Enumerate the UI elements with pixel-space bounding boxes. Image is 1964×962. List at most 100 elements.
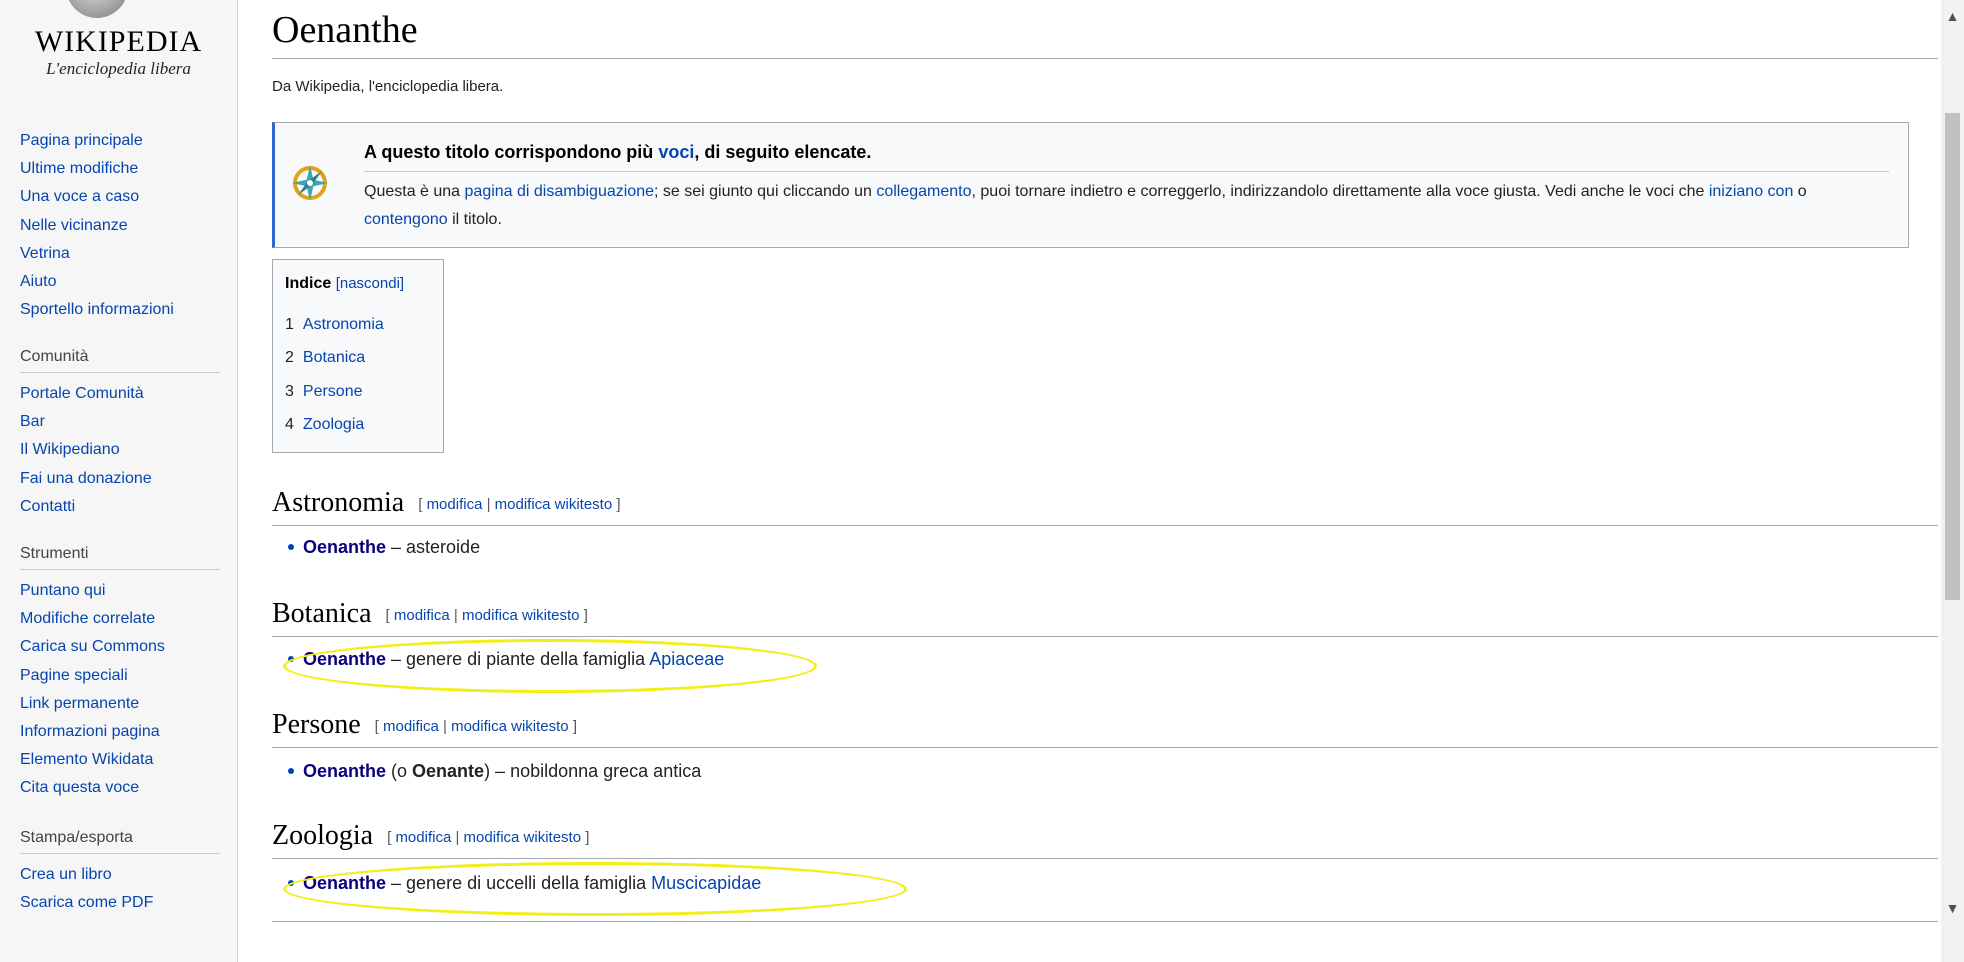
wikipedia-logo[interactable]: WIKIPEDIA L'enciclopedia libera xyxy=(0,0,237,100)
sidebar-item: Ultime modifiche xyxy=(20,155,220,183)
section-heading-botanica: Botanica [ modifica | modifica wikitesto … xyxy=(272,598,1938,637)
sidebar-link-donazione[interactable]: Fai una donazione xyxy=(20,470,152,487)
toc-title: Indice [nascondi] xyxy=(285,275,404,293)
bracket: ] xyxy=(572,718,577,735)
scrollbar-thumb[interactable] xyxy=(1945,113,1960,600)
oenanthe-bird-link[interactable]: Oenanthe xyxy=(303,873,386,893)
apiaceae-link[interactable]: Apiaceae xyxy=(649,649,724,669)
oenanthe-plant-link[interactable]: Oenanthe xyxy=(303,649,386,669)
toc-item: 1 Astronomia xyxy=(285,308,384,341)
toc-number: 2 xyxy=(285,349,294,367)
section-title: Zoologia xyxy=(272,820,374,851)
edit-source-link[interactable]: modifica wikitesto xyxy=(495,496,613,513)
toc-link-zoologia[interactable]: Zoologia xyxy=(303,416,364,433)
edit-link[interactable]: modifica xyxy=(395,829,451,846)
bullet-icon xyxy=(288,880,294,886)
divider xyxy=(364,171,1889,172)
text-fragment: il titolo. xyxy=(447,211,502,228)
sidebar-link-wikidata[interactable]: Elemento Wikidata xyxy=(20,751,153,768)
sidebar-item: Nelle vicinanze xyxy=(20,212,220,240)
section-heading-astronomia: Astronomia [ modifica | modifica wikitest… xyxy=(272,487,1938,526)
scroll-up-icon[interactable]: ▲ xyxy=(1941,8,1964,24)
section-heading-zoologia: Zoologia [ modifica | modifica wikitesto … xyxy=(272,820,1938,859)
sidebar-link-wikipediano[interactable]: Il Wikipediano xyxy=(20,441,120,458)
sidebar-link-sportello[interactable]: Sportello informazioni xyxy=(20,301,174,318)
sidebar-link-permanente[interactable]: Link permanente xyxy=(20,695,139,712)
tools-portal: Strumenti Puntano qui Modifiche correlat… xyxy=(20,545,220,803)
sidebar-link-ultime-modifiche[interactable]: Ultime modifiche xyxy=(20,160,138,177)
disambiguation-text: Questa è una pagina di disambiguazione; … xyxy=(364,178,1894,234)
scroll-down-icon[interactable]: ▼ xyxy=(1941,900,1964,916)
tools-heading: Strumenti xyxy=(20,545,220,570)
section-title: Persone xyxy=(272,709,361,740)
toc-link-persone[interactable]: Persone xyxy=(303,383,363,400)
sidebar-item: Contatti xyxy=(20,493,220,521)
sidebar-link-pagina-principale[interactable]: Pagina principale xyxy=(20,132,143,149)
oenanthe-asteroid-link[interactable]: Oenanthe xyxy=(303,537,386,557)
collegamento-link[interactable]: collegamento xyxy=(876,183,971,200)
bracket: ] xyxy=(583,607,588,624)
bullet-icon xyxy=(288,768,294,774)
bullet-icon xyxy=(288,656,294,662)
sidebar-link-contatti[interactable]: Contatti xyxy=(20,498,75,515)
sidebar-link-cita-voce[interactable]: Cita questa voce xyxy=(20,779,139,796)
sidebar-item: Scarica come PDF xyxy=(20,889,220,917)
list-item: Oenanthe – genere di piante della famigl… xyxy=(288,649,724,670)
sidebar-link-aiuto[interactable]: Aiuto xyxy=(20,273,56,290)
toc-link-astronomia[interactable]: Astronomia xyxy=(303,316,384,333)
toc-number: 1 xyxy=(285,316,294,333)
edit-source-link[interactable]: modifica wikitesto xyxy=(464,829,582,846)
entry-text: – genere di uccelli della famiglia xyxy=(386,873,652,893)
edit-source-link[interactable]: modifica wikitesto xyxy=(462,607,580,624)
oenanthe-person-link[interactable]: Oenanthe xyxy=(303,761,386,781)
text-fragment: Questa è una xyxy=(364,183,465,200)
sidebar-link-bar[interactable]: Bar xyxy=(20,413,45,430)
bracket: [ xyxy=(385,607,390,624)
separator: | xyxy=(449,607,462,624)
toc-hide-toggle[interactable]: nascondi xyxy=(340,275,400,292)
edit-source-link[interactable]: modifica wikitesto xyxy=(451,718,569,735)
edit-link[interactable]: modifica xyxy=(427,496,483,513)
iniziano-con-link[interactable]: iniziano con xyxy=(1709,183,1794,200)
bullet-icon xyxy=(288,544,294,550)
sidebar-item: Crea un libro xyxy=(20,861,220,889)
community-portal: Comunità Portale Comunità Bar Il Wikiped… xyxy=(20,348,220,521)
bracket: ] xyxy=(616,496,621,513)
sidebar-link-puntano-qui[interactable]: Puntano qui xyxy=(20,582,105,599)
muscicapidae-link[interactable]: Muscicapidae xyxy=(651,873,761,893)
sidebar-item: Link permanente xyxy=(20,690,220,718)
sidebar-link-vetrina[interactable]: Vetrina xyxy=(20,245,70,262)
sidebar-item: Pagine speciali xyxy=(20,662,220,690)
sidebar-link-portale-comunita[interactable]: Portale Comunità xyxy=(20,385,144,402)
sidebar-link-pagine-speciali[interactable]: Pagine speciali xyxy=(20,667,128,684)
sidebar-link-informazioni-pagina[interactable]: Informazioni pagina xyxy=(20,723,160,740)
list-item: Oenanthe – genere di uccelli della famig… xyxy=(288,873,761,894)
sidebar-item: Fai una donazione xyxy=(20,465,220,493)
sidebar-item: Aiuto xyxy=(20,268,220,296)
sidebar-link-voce-a-caso[interactable]: Una voce a caso xyxy=(20,188,139,205)
print-portal: Stampa/esporta Crea un libro Scarica com… xyxy=(20,829,220,917)
sidebar-link-carica-commons[interactable]: Carica su Commons xyxy=(20,638,165,655)
sidebar-item: Bar xyxy=(20,408,220,436)
vertical-scrollbar[interactable]: ▲ ▼ xyxy=(1941,0,1964,962)
contengono-link[interactable]: contengono xyxy=(364,211,448,228)
toc-number: 4 xyxy=(285,415,294,433)
section-heading-persone: Persone [ modifica | modifica wikitesto ] xyxy=(272,709,1938,748)
toc-link-botanica[interactable]: Botanica xyxy=(303,349,365,366)
sidebar-link-nelle-vicinanze[interactable]: Nelle vicinanze xyxy=(20,217,128,234)
sidebar-link-modifiche-correlate[interactable]: Modifiche correlate xyxy=(20,610,155,627)
bracket: [ xyxy=(387,829,392,846)
divider xyxy=(272,921,1938,922)
voci-link[interactable]: voci xyxy=(658,142,694,162)
sidebar-item: Modifiche correlate xyxy=(20,605,220,633)
separator: | xyxy=(438,718,452,735)
sidebar-link-scarica-pdf[interactable]: Scarica come PDF xyxy=(20,894,153,911)
sidebar-link-crea-libro[interactable]: Crea un libro xyxy=(20,866,112,883)
disambiguation-page-link[interactable]: pagina di disambiguazione xyxy=(465,183,654,200)
list-item: Oenanthe (o Oenante) – nobildonna greca … xyxy=(288,761,701,782)
community-heading: Comunità xyxy=(20,348,220,373)
edit-link[interactable]: modifica xyxy=(383,718,439,735)
edit-link[interactable]: modifica xyxy=(394,607,450,624)
sidebar-item: Portale Comunità xyxy=(20,380,220,408)
sidebar: WIKIPEDIA L'enciclopedia libera Pagina p… xyxy=(0,0,237,962)
